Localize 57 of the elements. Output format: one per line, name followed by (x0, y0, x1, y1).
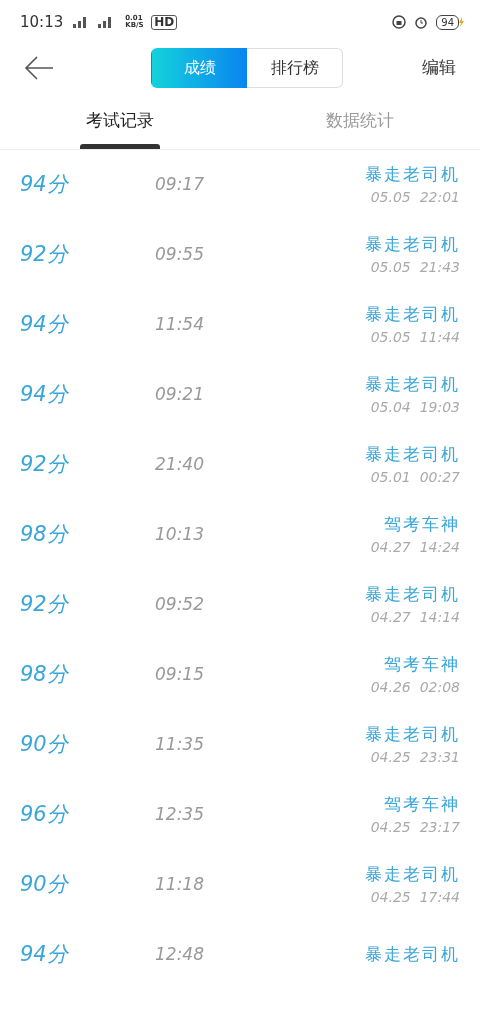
record-date: 04.27 14:14 (370, 608, 460, 628)
score-text: 98分 (20, 661, 70, 689)
user-name: 暴走老司机 (365, 582, 460, 606)
user-name: 暴走老司机 (365, 442, 460, 466)
user-name: 暴走老司机 (365, 372, 460, 396)
user-name: 暴走老司机 (365, 232, 460, 256)
user-name: 驾考车神 (384, 792, 460, 816)
score-text: 92分 (20, 591, 70, 619)
duration-text: 11:35 (155, 733, 205, 757)
record-date: 04.25 23:31 (370, 748, 460, 768)
alarm-icon (414, 15, 429, 29)
back-arrow-icon[interactable] (24, 56, 54, 80)
score-text: 96分 (20, 801, 70, 829)
score-text: 98分 (20, 521, 70, 549)
record-date: 04.27 14:24 (370, 538, 460, 558)
duration-text: 11:54 (155, 313, 205, 337)
status-time: 10:13 (20, 11, 64, 33)
charging-icon (459, 17, 464, 27)
score-text: 94分 (20, 941, 70, 969)
duration-text: 09:55 (155, 243, 205, 267)
user-name: 暴走老司机 (365, 862, 460, 886)
edit-button[interactable]: 编辑 (416, 54, 462, 82)
user-name: 驾考车神 (384, 512, 460, 536)
score-text: 90分 (20, 731, 70, 759)
duration-text: 12:48 (155, 943, 205, 967)
duration-text: 10:13 (155, 523, 205, 547)
user-name: 暴走老司机 (365, 162, 460, 186)
record-date: 05.05 21:43 (370, 258, 460, 278)
score-text: 92分 (20, 451, 70, 479)
user-name: 暴走老司机 (365, 722, 460, 746)
score-text: 94分 (20, 311, 70, 339)
duration-text: 09:21 (155, 383, 205, 407)
score-text: 94分 (20, 381, 70, 409)
battery-indicator: 94 (436, 14, 459, 30)
record-date: 04.26 02:08 (370, 678, 460, 698)
score-text: 92分 (20, 241, 70, 269)
duration-text: 12:35 (155, 803, 205, 827)
duration-text: 11:18 (155, 873, 205, 897)
user-name: 驾考车神 (384, 652, 460, 676)
duration-text: 09:17 (155, 173, 205, 197)
record-date: 05.05 22:01 (370, 188, 460, 208)
tab[interactable]: 考试记录 (0, 92, 240, 149)
segment-tab[interactable]: 排行榜 (247, 48, 343, 88)
record-date: 05.01 00:27 (370, 468, 460, 488)
record-date: 05.04 19:03 (370, 398, 460, 418)
lock-icon (392, 15, 407, 29)
score-text: 90分 (20, 871, 70, 899)
record-date: 05.05 11:44 (370, 328, 460, 348)
hd-indicator: HD (151, 14, 178, 30)
duration-text: 09:52 (155, 593, 205, 617)
record-date: 04.25 23:17 (370, 818, 460, 838)
score-text: 94分 (20, 171, 70, 199)
duration-text: 21:40 (155, 453, 205, 477)
user-name: 暴走老司机 (365, 302, 460, 326)
user-name: 暴走老司机 (365, 943, 460, 967)
duration-text: 09:15 (155, 663, 205, 687)
record-date: 04.25 17:44 (370, 888, 460, 908)
